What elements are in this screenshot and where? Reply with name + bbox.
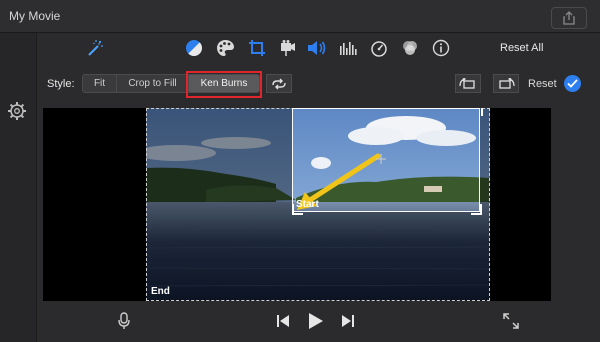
skip-forward-button[interactable]: [337, 310, 359, 332]
ken-burns-highlight: [186, 71, 262, 98]
volume-icon: [308, 41, 326, 55]
play-icon: [309, 313, 323, 329]
crop-icon: [249, 40, 265, 56]
title-bar: My Movie: [0, 0, 600, 33]
reset-button[interactable]: Reset: [528, 78, 557, 90]
color-balance-button[interactable]: [183, 37, 205, 59]
equalizer-icon: [340, 42, 357, 55]
volume-button[interactable]: [306, 37, 328, 59]
share-icon: [563, 11, 575, 25]
window-title: My Movie: [9, 9, 61, 23]
fullscreen-button[interactable]: [500, 310, 522, 332]
color-palette-icon: [216, 40, 234, 56]
play-button[interactable]: [305, 310, 327, 332]
speed-icon: [371, 41, 387, 57]
swap-arrows-icon: [272, 78, 286, 89]
stabilization-button[interactable]: [276, 37, 298, 59]
apply-button[interactable]: [564, 75, 581, 92]
expand-icon: [503, 313, 519, 329]
crop-button[interactable]: [246, 37, 268, 59]
gear-icon: [8, 102, 26, 120]
rotate-right-icon: [499, 77, 515, 89]
clip-filter-button[interactable]: [399, 37, 421, 59]
reset-all-button[interactable]: Reset All: [500, 42, 543, 54]
voiceover-button[interactable]: [113, 310, 135, 332]
left-sidebar: [0, 33, 37, 342]
settings-button[interactable]: [6, 100, 28, 122]
color-balance-icon: [186, 40, 202, 56]
microphone-icon: [118, 312, 130, 329]
skip-back-button[interactable]: [272, 310, 294, 332]
rotate-clockwise-button[interactable]: [493, 74, 519, 93]
speed-button[interactable]: [368, 37, 390, 59]
rotate-left-icon: [459, 77, 475, 89]
swap-start-end-button[interactable]: [266, 74, 292, 93]
end-frame-label: End: [151, 286, 170, 297]
start-frame-handle-top-right[interactable]: [472, 108, 483, 116]
skip-forward-icon: [342, 315, 354, 327]
video-viewer[interactable]: Start End: [43, 108, 551, 301]
filter-icon: [403, 41, 417, 55]
skip-back-icon: [277, 315, 289, 327]
magic-wand-icon: [88, 40, 103, 56]
enhance-button[interactable]: [84, 37, 106, 59]
clip-info-button[interactable]: [430, 37, 452, 59]
start-frame-handle-bottom-right[interactable]: [471, 204, 482, 215]
style-fit-button[interactable]: Fit: [82, 74, 117, 93]
style-label: Style:: [47, 78, 75, 90]
style-crop-to-fill-button[interactable]: Crop to Fill: [116, 74, 189, 93]
start-frame-label: Start: [296, 199, 319, 210]
stabilization-icon: [281, 40, 295, 56]
checkmark-icon: [567, 79, 578, 88]
color-correction-button[interactable]: [214, 37, 236, 59]
share-button[interactable]: [551, 7, 587, 29]
rotate-counterclockwise-button[interactable]: [455, 74, 481, 93]
equalizer-button[interactable]: [337, 37, 359, 59]
info-icon: [432, 39, 450, 57]
